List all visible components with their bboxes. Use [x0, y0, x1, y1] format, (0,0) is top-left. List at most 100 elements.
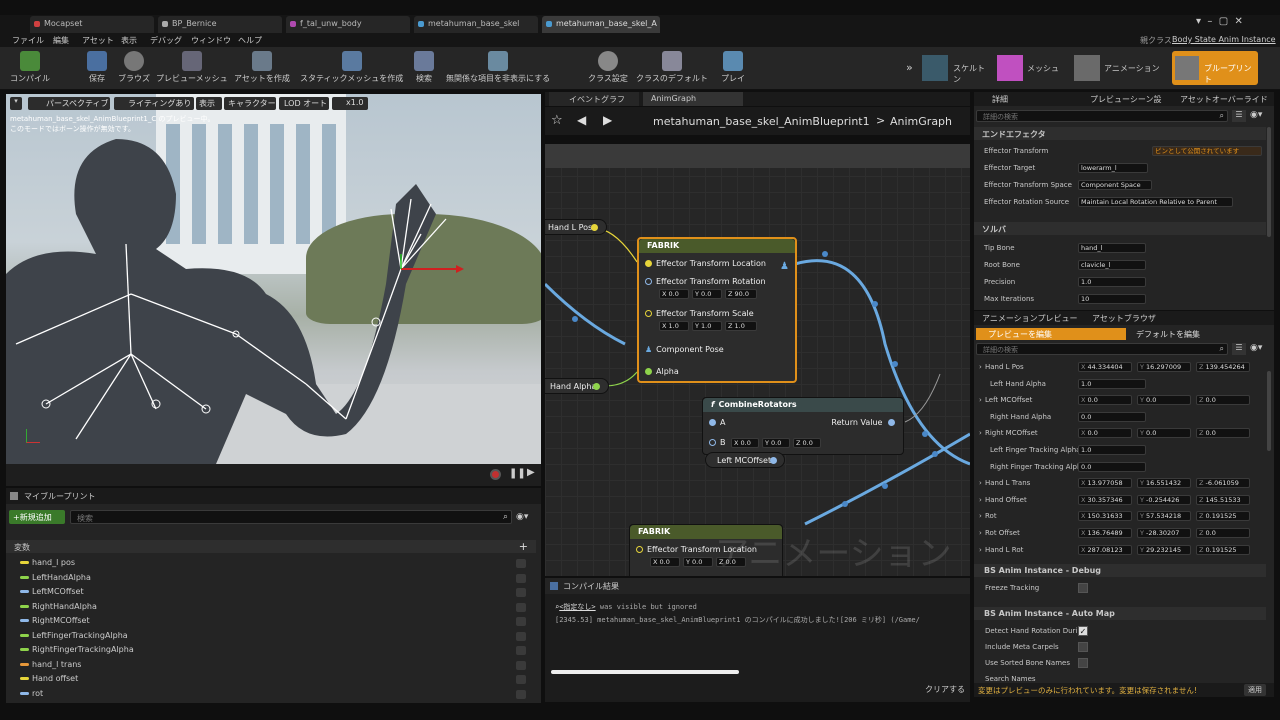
menu-window[interactable]: ウィンドウ [191, 35, 231, 46]
anim-value-y[interactable]: Y -0.254426 [1137, 494, 1191, 505]
expand-arrow-icon[interactable]: › [979, 546, 982, 554]
anim-value-z[interactable]: Z 145.51533 [1196, 494, 1250, 505]
pin-dot[interactable] [770, 457, 777, 464]
compile-button[interactable]: コンパイル [10, 51, 50, 84]
anim-search-input[interactable]: 詳細の検索 ⌕ [976, 343, 1228, 355]
property-field[interactable]: hand_l [1078, 243, 1146, 253]
variable-visibility-icon[interactable] [516, 588, 526, 597]
details-scrollbar[interactable] [1267, 127, 1271, 237]
tab-animblueprint[interactable]: metahuman_base_skel_A [542, 16, 660, 33]
menu-file[interactable]: ファイル [12, 35, 44, 46]
pin-alpha[interactable]: Alpha [645, 367, 679, 376]
tab-body[interactable]: f_tal_unw_body [286, 16, 410, 33]
add-new-button[interactable]: +新規追加 [9, 510, 65, 524]
property-dropdown[interactable]: ピンとして公開されています [1152, 146, 1262, 156]
details-search-input[interactable]: 詳細の検索 ⌕ [976, 110, 1228, 122]
save-button[interactable]: 保存 [87, 51, 107, 84]
variable-visibility-icon[interactable] [516, 689, 526, 699]
pin-b[interactable]: B [709, 438, 726, 447]
speed-button[interactable]: x1.0 [332, 97, 368, 110]
variables-section[interactable]: 変数 + [6, 540, 536, 553]
expand-arrow-icon[interactable]: › [979, 529, 982, 537]
variable-visibility-icon[interactable] [516, 646, 526, 655]
browse-button[interactable]: ブラウズ [118, 51, 150, 84]
blueprint-search-input[interactable]: 検索 ⌕ [70, 510, 512, 524]
expand-arrow-icon[interactable]: › [979, 512, 982, 520]
tab-mocapset[interactable]: Mocapset [30, 16, 154, 33]
left-mc-offset-node[interactable]: Left MCOffset [705, 452, 785, 468]
anim-value-z[interactable]: Z 0.0 [1196, 428, 1250, 439]
tab-asset-browser[interactable]: アセットブラウザ [1092, 313, 1156, 324]
eye-icon[interactable]: ◉▾ [1250, 110, 1262, 120]
view-options-icon[interactable]: ☰ [1232, 343, 1246, 355]
property-field[interactable]: clavicle_l [1078, 260, 1146, 270]
eye-icon[interactable]: ◉▾ [516, 512, 528, 522]
window-controls[interactable]: ▾ – ▢ ✕ [1196, 16, 1243, 27]
variable-visibility-icon[interactable] [516, 660, 526, 670]
mode-mesh[interactable]: メッシュ [995, 53, 1067, 83]
variable-item[interactable]: hand_l trans [20, 660, 81, 669]
static-mesh-button[interactable]: スタティックメッシュを作成 [300, 51, 403, 84]
expand-arrow-icon[interactable]: › [979, 363, 982, 371]
menu-help[interactable]: ヘルプ [238, 35, 262, 46]
anim-value-y[interactable]: Y 16.551432 [1137, 478, 1191, 489]
anim-scrollbar[interactable] [1267, 371, 1271, 451]
variable-item[interactable]: LeftMCOffset [20, 587, 84, 596]
expand-arrow-icon[interactable]: › [979, 396, 982, 404]
anim-value-z[interactable]: Z 0.0 [1196, 395, 1250, 406]
pose-output-icon[interactable]: ♟ [780, 261, 789, 272]
hand-l-pos-node[interactable]: Hand L Pos [545, 219, 607, 235]
variable-visibility-icon[interactable] [516, 675, 526, 684]
edit-defaults-button[interactable]: デフォルトを編集 [1128, 328, 1268, 340]
play-forward-button[interactable]: ▶ [527, 467, 535, 478]
pause-button[interactable]: ❚❚ [509, 468, 526, 479]
loc-x[interactable]: X 0.0 [650, 557, 680, 567]
anim-value-z[interactable]: Z 0.191525 [1196, 511, 1250, 522]
anim-value-x[interactable]: X 287.08123 [1078, 544, 1132, 555]
tab-bp-bernice[interactable]: BP_Bernice [158, 16, 282, 33]
rot-z[interactable]: Z 90.0 [725, 289, 757, 299]
anim-value-y[interactable]: Y 0.0 [1137, 428, 1191, 439]
view-options-icon[interactable]: ☰ [1232, 110, 1246, 122]
pin-effector-scale[interactable]: Effector Transform Scale [645, 309, 754, 318]
detect-rotation-checkbox[interactable]: ✓ [1078, 626, 1088, 636]
lod-button[interactable]: LOD オート [279, 97, 329, 110]
parent-class-link[interactable]: Body State Anim Instance [1172, 35, 1276, 44]
anim-value-x[interactable]: X 44.334404 [1078, 362, 1132, 372]
breadcrumb-graph[interactable]: AnimGraph [890, 115, 952, 128]
pin-dot[interactable] [591, 224, 598, 231]
lighting-button[interactable]: ライティングあり [114, 97, 194, 110]
clear-button[interactable]: クリアする [925, 684, 965, 695]
b-z[interactable]: Z 0.0 [793, 438, 821, 448]
scale-x[interactable]: X 1.0 [659, 321, 689, 331]
variable-item[interactable]: Hand offset [20, 674, 78, 683]
anim-value-z[interactable]: Z 0.191525 [1196, 544, 1250, 555]
class-settings-button[interactable]: クラス設定 [588, 51, 628, 84]
variable-item[interactable]: LeftHandAlpha [20, 573, 91, 582]
anim-value-x[interactable]: X 0.0 [1078, 428, 1132, 439]
anim-value-x[interactable]: X 150.31633 [1078, 511, 1132, 522]
anim-value[interactable]: 1.0 [1078, 378, 1146, 389]
eye-icon[interactable]: ◉▾ [1250, 343, 1262, 353]
viewport-options-button[interactable]: ▾ [10, 97, 22, 110]
property-dropdown[interactable]: lowerarm_l [1078, 163, 1148, 173]
variable-item[interactable]: rot [20, 689, 43, 698]
mode-blueprint[interactable]: ブループリント [1172, 51, 1258, 85]
b-x[interactable]: X 0.0 [731, 438, 759, 448]
perspective-button[interactable]: パースペクティブ [28, 97, 110, 110]
anim-value-x[interactable]: X 136.76489 [1078, 528, 1132, 538]
variable-item[interactable]: LeftFingerTrackingAlpha [20, 631, 128, 640]
edit-preview-button[interactable]: プレビューを編集 [976, 328, 1126, 340]
menu-debug[interactable]: デバッグ [150, 35, 182, 46]
breadcrumb-bp[interactable]: metahuman_base_skel_AnimBlueprint1 [653, 115, 870, 128]
combine-rotators-node[interactable]: f CombineRotators A Return Value B X 0.0 … [702, 397, 904, 455]
b-y[interactable]: Y 0.0 [762, 438, 790, 448]
anim-value-y[interactable]: Y 16.297009 [1137, 362, 1191, 372]
property-dropdown[interactable]: Component Space [1078, 180, 1152, 190]
fabrik-node[interactable]: FABRIK Effector Transform Location Effec… [637, 237, 797, 383]
variable-visibility-icon[interactable] [516, 559, 526, 568]
variable-item[interactable]: RightMCOffset [20, 616, 90, 625]
anim-value-y[interactable]: Y 0.0 [1137, 395, 1191, 406]
menu-view[interactable]: 表示 [121, 35, 137, 46]
rot-y[interactable]: Y 0.0 [692, 289, 722, 299]
